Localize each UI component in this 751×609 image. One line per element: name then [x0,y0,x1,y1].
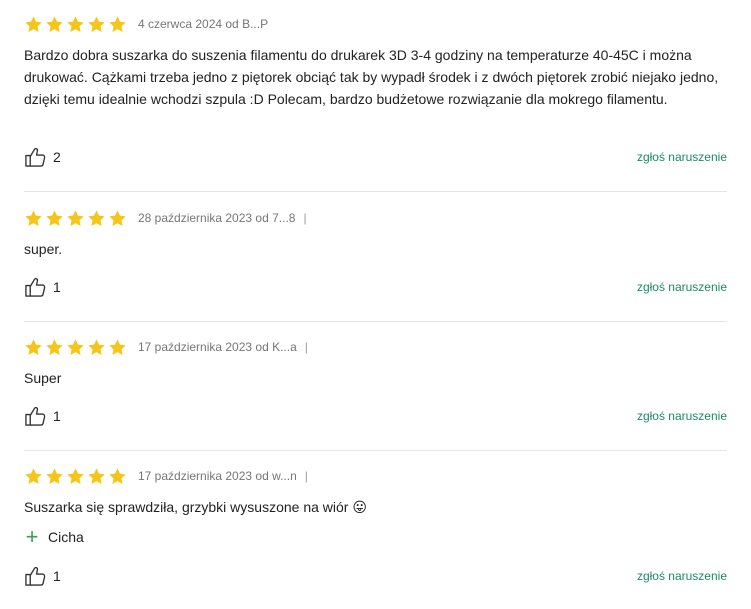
review-footer: 1 zgłoś naruszenie [24,565,727,587]
review-text: Bardzo dobra suszarka do suszenia filame… [24,47,719,107]
divider [24,321,727,322]
report-link[interactable]: zgłoś naruszenie [637,280,727,294]
pro-feature: + Cicha [24,526,727,548]
star-icon [88,209,105,226]
star-icon [109,209,126,226]
star-icon [46,338,63,355]
like-button[interactable]: 1 [24,405,61,427]
review-meta: 17 października 2023 od w...n [138,469,297,483]
review-item: 17 października 2023 od K...a | Super [24,335,727,389]
meta-separator: | [303,211,307,225]
star-icon [46,209,63,226]
review-header: 28 października 2023 od 7...8 | [24,206,727,230]
review-header: 4 czerwca 2024 od B...P [24,12,727,36]
star-icon [67,209,84,226]
review-footer: 1 zgłoś naruszenie [24,405,727,427]
star-icon [109,467,126,484]
star-icon [46,15,63,32]
review-item: 28 października 2023 od 7...8 | super. [24,206,727,260]
like-count: 1 [53,279,61,295]
star-icon [25,467,42,484]
star-icon [25,209,42,226]
star-icon [88,15,105,32]
review-header: 17 października 2023 od K...a | [24,335,727,359]
star-icon [109,338,126,355]
star-rating [24,15,127,34]
thumbs-up-icon [25,566,46,586]
thumbs-up-icon [25,406,46,426]
report-link[interactable]: zgłoś naruszenie [637,569,727,583]
review-item: 17 października 2023 od w...n | Suszarka… [24,464,727,548]
star-icon [25,15,42,32]
review-text: super. [24,241,63,257]
like-button[interactable]: 1 [24,565,61,587]
review-header: 17 października 2023 od w...n | [24,464,727,488]
meta-separator: | [304,469,308,483]
star-icon [88,467,105,484]
report-link[interactable]: zgłoś naruszenie [637,150,727,164]
star-icon [46,467,63,484]
review-item: 4 czerwca 2024 od B...P Bardzo dobra sus… [24,12,727,110]
star-rating [24,209,127,228]
divider [24,191,727,192]
review-meta: 17 października 2023 od K...a [138,340,297,354]
like-button[interactable]: 1 [24,276,61,298]
pro-label: Cicha [48,529,84,545]
review-meta: 28 października 2023 od 7...8 [138,211,296,225]
star-icon [88,338,105,355]
thumbs-up-icon [25,277,46,297]
star-icon [67,338,84,355]
star-rating [24,467,127,486]
report-link[interactable]: zgłoś naruszenie [637,409,727,423]
review-text: Suszarka się sprawdziła, grzybki wysuszo… [24,499,367,515]
star-icon [25,338,42,355]
thumbs-up-icon [25,147,46,167]
star-icon [109,15,126,32]
review-footer: 1 zgłoś naruszenie [24,276,727,298]
star-rating [24,338,127,357]
review-text: Super [24,370,62,386]
star-icon [67,15,84,32]
like-count: 1 [53,408,61,424]
divider [24,450,727,451]
review-meta: 4 czerwca 2024 od B...P [138,17,269,31]
like-button[interactable]: 2 [24,146,61,168]
plus-icon: + [25,524,39,549]
star-icon [67,467,84,484]
like-count: 1 [53,568,61,584]
like-count: 2 [53,149,61,165]
meta-separator: | [304,340,308,354]
review-footer: 2 zgłoś naruszenie [24,146,727,168]
